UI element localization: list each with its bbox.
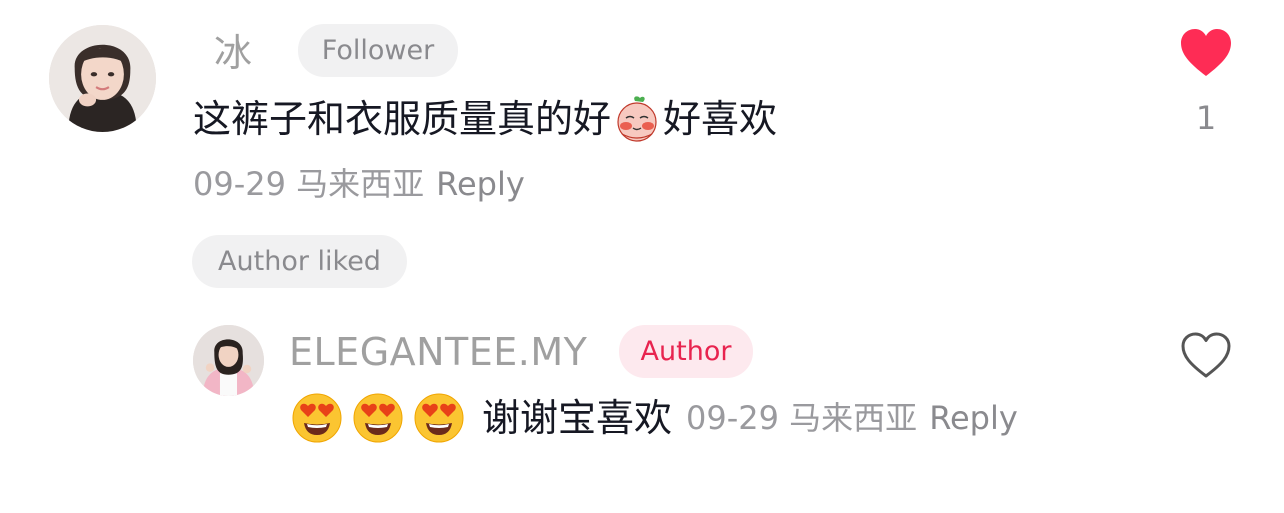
author-liked-chip: Author liked <box>192 235 407 288</box>
heart-eyes-emoji-icon <box>352 392 404 444</box>
avatar-woman-photo-icon <box>49 25 156 132</box>
comment-reply-button[interactable]: Reply <box>436 165 525 203</box>
comment-date: 09-29 <box>193 165 286 203</box>
follower-badge: Follower <box>298 24 458 77</box>
reply-date: 09-29 <box>686 399 779 437</box>
comment-body: 这裤子和衣服质量真的好 好喜欢 <box>193 94 777 144</box>
commenter-avatar[interactable] <box>49 25 156 132</box>
heart-eyes-emoji-icon <box>413 392 465 444</box>
comment-text-part-1: 这裤子和衣服质量真的好 <box>193 97 612 141</box>
commenter-name[interactable]: 冰 <box>214 34 252 72</box>
heart-filled-icon <box>1181 29 1231 76</box>
blushing-peach-sticker-icon <box>612 94 662 144</box>
comment-thread: 冰 Follower 这裤子和衣服质量真的好 好喜欢 09-29 马来西亚 Rep… <box>0 0 1284 513</box>
author-avatar[interactable] <box>193 325 264 396</box>
avatar-author-photo-icon <box>193 325 264 396</box>
author-name[interactable]: ELEGANTEE.MY <box>289 333 587 371</box>
reply-meta: 09-29 马来西亚 Reply <box>686 402 1018 434</box>
reply-location: 马来西亚 <box>789 399 918 437</box>
comment-text-part-2: 好喜欢 <box>663 97 778 141</box>
author-badge: Author <box>619 325 753 378</box>
heart-outline-icon <box>1181 332 1231 378</box>
reply-reply-button[interactable]: Reply <box>929 399 1018 437</box>
comment-like-count: 1 <box>1195 99 1217 137</box>
heart-eyes-emoji-icon <box>291 392 343 444</box>
reply-body: 谢谢宝喜欢 09-29 马来西亚 Reply <box>291 392 1018 444</box>
reply-like-button[interactable] <box>1180 331 1232 379</box>
reply-text: 谢谢宝喜欢 <box>482 396 673 440</box>
comment-meta: 09-29 马来西亚 Reply <box>193 168 525 200</box>
comment-location: 马来西亚 <box>296 165 425 203</box>
comment-like-button[interactable] <box>1179 28 1233 78</box>
